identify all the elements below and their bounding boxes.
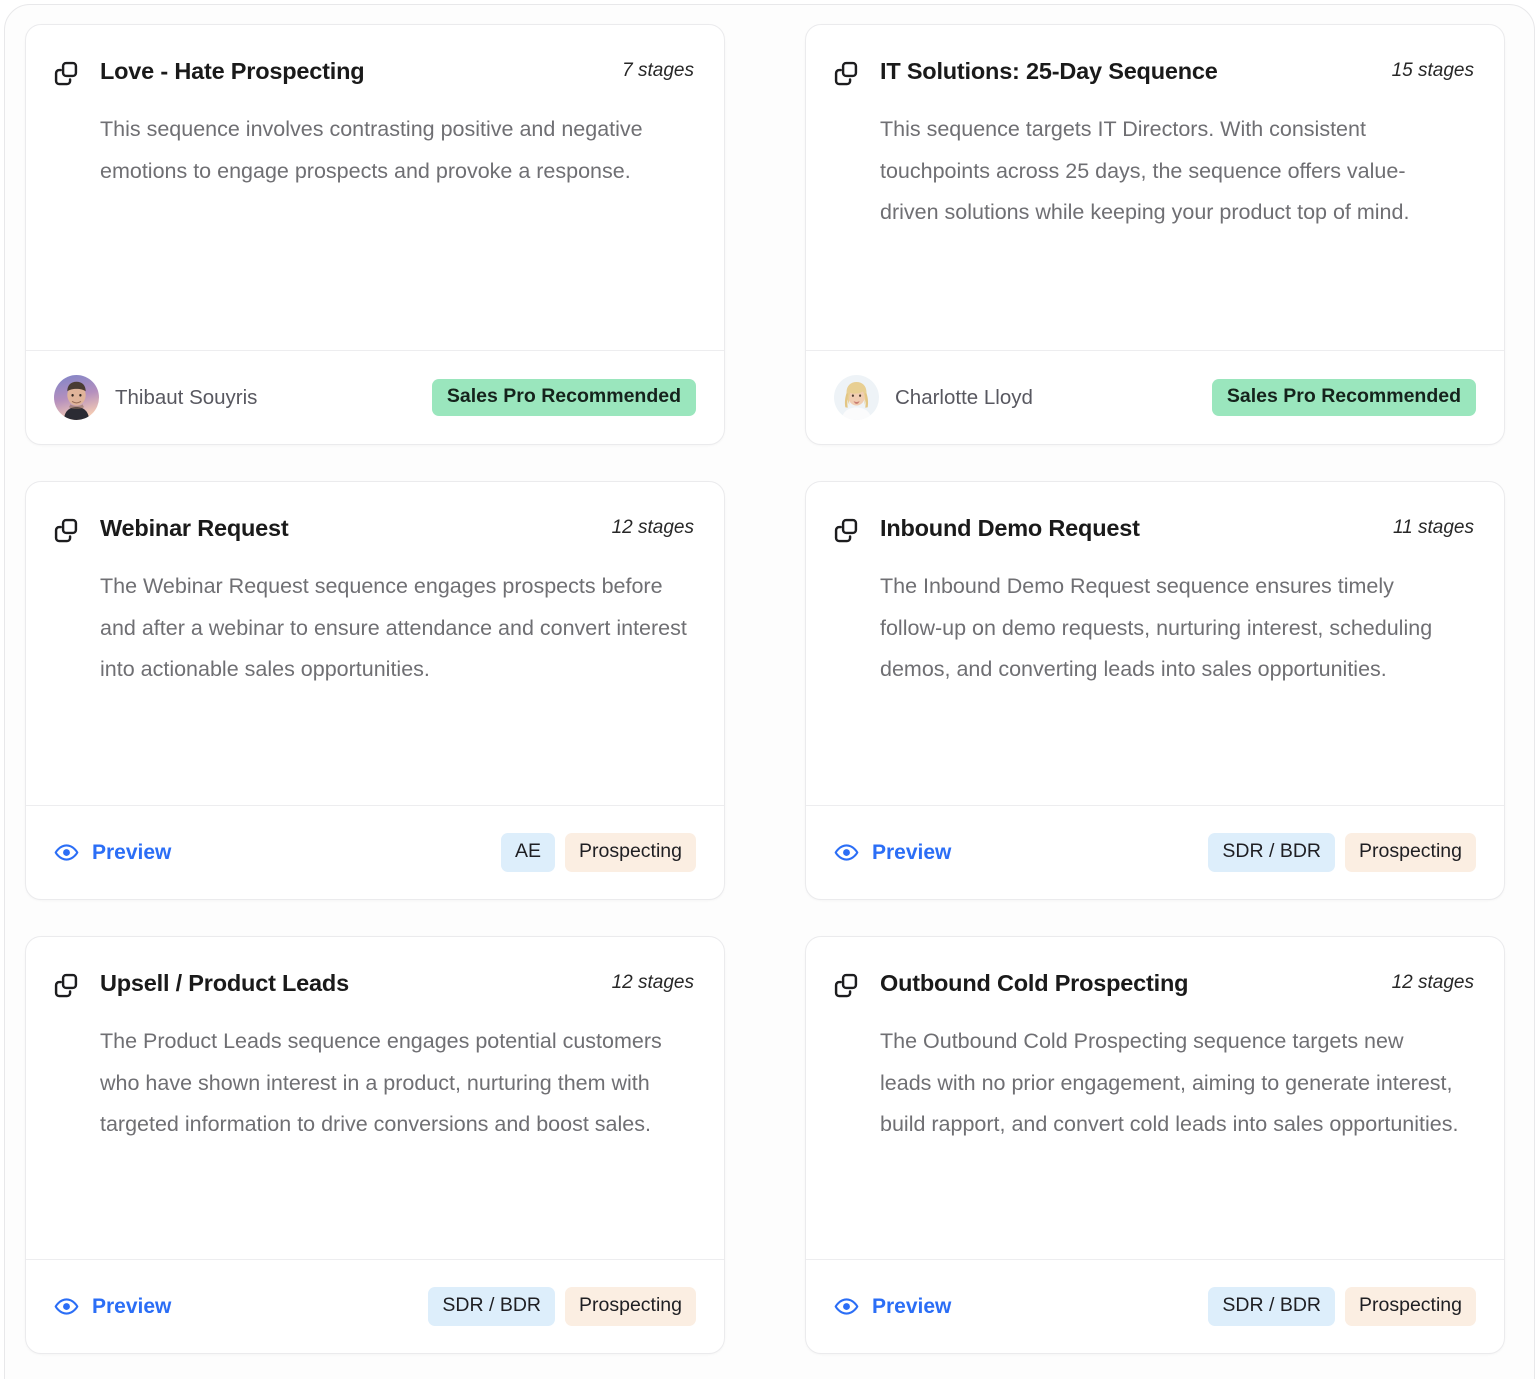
copy-icon [52, 971, 80, 999]
category-tag: Prospecting [1345, 833, 1476, 872]
card-description: The Inbound Demo Request sequence ensure… [880, 566, 1460, 691]
card-title: IT Solutions: 25-Day Sequence [880, 57, 1376, 85]
sequence-card[interactable]: Upsell / Product Leads 12 stages The Pro… [25, 936, 725, 1354]
card-header: Inbound Demo Request 11 stages [832, 514, 1474, 544]
eye-icon [54, 840, 79, 865]
card-footer: Thibaut Souyris Sales Pro Recommended [26, 350, 724, 444]
card-body: Love - Hate Prospecting 7 stages This se… [26, 25, 724, 350]
card-title: Inbound Demo Request [880, 514, 1377, 542]
sequence-card[interactable]: IT Solutions: 25-Day Sequence 15 stages … [805, 24, 1505, 445]
card-body: IT Solutions: 25-Day Sequence 15 stages … [806, 25, 1504, 350]
category-tag: Prospecting [565, 1287, 696, 1326]
card-description: This sequence targets IT Directors. With… [880, 109, 1460, 234]
card-footer: Preview SDR / BDR Prospecting [806, 805, 1504, 899]
category-tag: Prospecting [1345, 1287, 1476, 1326]
copy-icon [52, 516, 80, 544]
card-tags: Sales Pro Recommended [432, 379, 696, 416]
card-title: Love - Hate Prospecting [100, 57, 606, 85]
card-footer: Preview SDR / BDR Prospecting [806, 1259, 1504, 1353]
card-description: The Webinar Request sequence engages pro… [100, 566, 694, 691]
sequence-card[interactable]: Webinar Request 12 stages The Webinar Re… [25, 481, 725, 900]
card-title: Webinar Request [100, 514, 596, 542]
card-header: Webinar Request 12 stages [52, 514, 694, 544]
card-description: This sequence involves contrasting posit… [100, 109, 694, 192]
eye-icon [834, 840, 859, 865]
preview-label: Preview [92, 841, 171, 865]
card-body: Upsell / Product Leads 12 stages The Pro… [26, 937, 724, 1259]
templates-panel: Love - Hate Prospecting 7 stages This se… [4, 4, 1535, 1379]
card-footer: Charlotte Lloyd Sales Pro Recommended [806, 350, 1504, 444]
author-name: Thibaut Souyris [115, 386, 257, 410]
card-title: Outbound Cold Prospecting [880, 969, 1376, 997]
card-body: Outbound Cold Prospecting 12 stages The … [806, 937, 1504, 1259]
sequence-template-grid: Love - Hate Prospecting 7 stages This se… [25, 24, 1520, 1354]
card-description: The Product Leads sequence engages poten… [100, 1021, 694, 1146]
card-description: The Outbound Cold Prospecting sequence t… [880, 1021, 1460, 1146]
preview-button[interactable]: Preview [834, 840, 951, 865]
preview-label: Preview [872, 841, 951, 865]
card-stage-count: 11 stages [1393, 514, 1474, 539]
copy-icon [832, 516, 860, 544]
sequence-card[interactable]: Love - Hate Prospecting 7 stages This se… [25, 24, 725, 445]
eye-icon [834, 1294, 859, 1319]
card-author: Thibaut Souyris [54, 375, 257, 420]
card-tags: SDR / BDR Prospecting [1208, 833, 1476, 872]
card-stage-count: 12 stages [612, 514, 694, 539]
card-footer: Preview SDR / BDR Prospecting [26, 1259, 724, 1353]
category-tag: Prospecting [565, 833, 696, 872]
card-tags: Sales Pro Recommended [1212, 379, 1476, 416]
card-stage-count: 7 stages [622, 57, 694, 82]
sequence-templates-screen: Love - Hate Prospecting 7 stages This se… [0, 0, 1535, 1379]
card-tags: SDR / BDR Prospecting [1208, 1287, 1476, 1326]
card-title: Upsell / Product Leads [100, 969, 596, 997]
role-tag: SDR / BDR [1208, 1287, 1335, 1326]
preview-button[interactable]: Preview [54, 840, 171, 865]
eye-icon [54, 1294, 79, 1319]
preview-button[interactable]: Preview [54, 1294, 171, 1319]
card-stage-count: 12 stages [612, 969, 694, 994]
card-header: Outbound Cold Prospecting 12 stages [832, 969, 1474, 999]
card-stage-count: 15 stages [1392, 57, 1474, 82]
status-badge: Sales Pro Recommended [1212, 379, 1476, 416]
role-tag: AE [501, 833, 555, 872]
card-header: IT Solutions: 25-Day Sequence 15 stages [832, 57, 1474, 87]
card-header: Upsell / Product Leads 12 stages [52, 969, 694, 999]
copy-icon [52, 59, 80, 87]
card-body: Webinar Request 12 stages The Webinar Re… [26, 482, 724, 805]
card-stage-count: 12 stages [1392, 969, 1474, 994]
card-author: Charlotte Lloyd [834, 375, 1033, 420]
sequence-card[interactable]: Outbound Cold Prospecting 12 stages The … [805, 936, 1505, 1354]
sequence-card[interactable]: Inbound Demo Request 11 stages The Inbou… [805, 481, 1505, 900]
role-tag: SDR / BDR [1208, 833, 1335, 872]
preview-button[interactable]: Preview [834, 1294, 951, 1319]
preview-label: Preview [872, 1295, 951, 1319]
avatar [834, 375, 879, 420]
copy-icon [832, 59, 860, 87]
role-tag: SDR / BDR [428, 1287, 555, 1326]
avatar [54, 375, 99, 420]
author-name: Charlotte Lloyd [895, 386, 1033, 410]
card-tags: AE Prospecting [501, 833, 696, 872]
card-tags: SDR / BDR Prospecting [428, 1287, 696, 1326]
status-badge: Sales Pro Recommended [432, 379, 696, 416]
preview-label: Preview [92, 1295, 171, 1319]
card-header: Love - Hate Prospecting 7 stages [52, 57, 694, 87]
card-body: Inbound Demo Request 11 stages The Inbou… [806, 482, 1504, 805]
card-footer: Preview AE Prospecting [26, 805, 724, 899]
copy-icon [832, 971, 860, 999]
